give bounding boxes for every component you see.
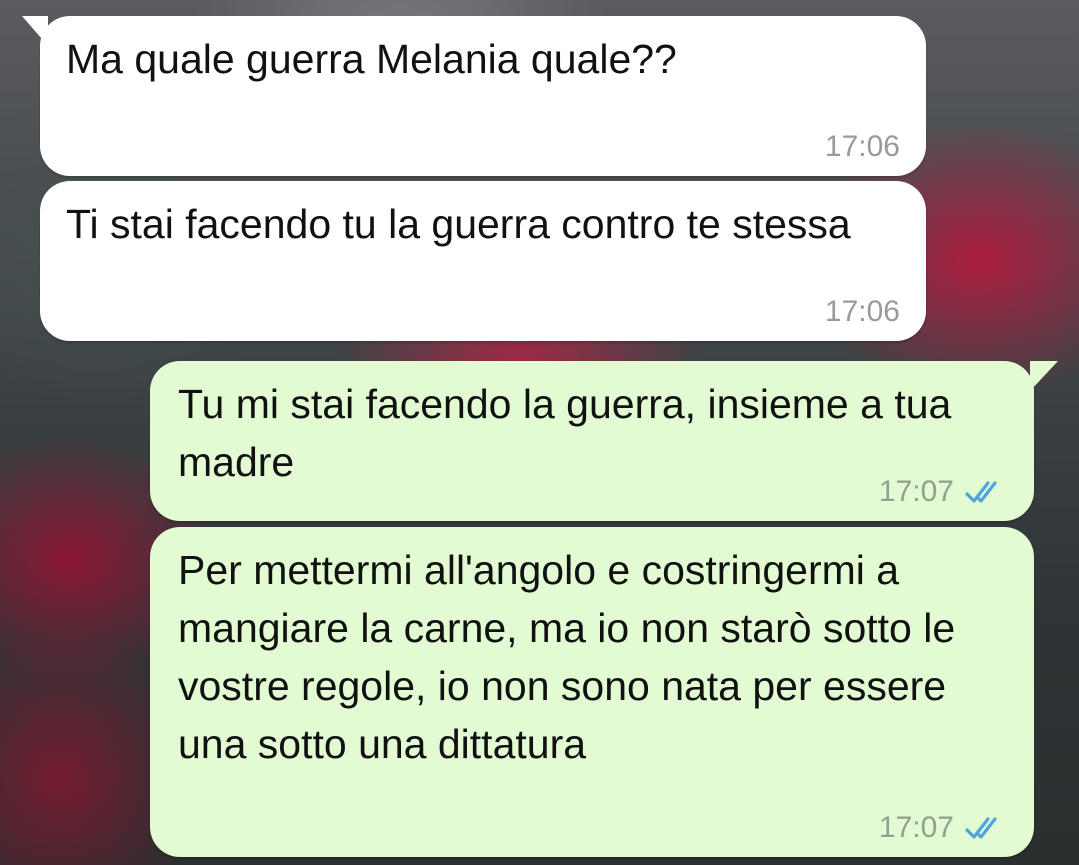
message-meta: 17:07: [879, 475, 1008, 509]
message-bubble-incoming[interactable]: Ti stai facendo tu la guerra contro te s…: [40, 181, 926, 341]
message-time: 17:06: [824, 130, 900, 163]
message-bubble-outgoing[interactable]: Tu mi stai facendo la guerra, insieme a …: [150, 361, 1034, 521]
message-text: Tu mi stai facendo la guerra, insieme a …: [178, 381, 952, 485]
message-time: 17:07: [878, 811, 954, 844]
message-text: Ma quale guerra Melania quale??: [66, 36, 677, 82]
message-text: Ti stai facendo tu la guerra contro te s…: [66, 201, 851, 247]
message-meta: 17:06: [825, 295, 900, 329]
double-check-read-icon: [965, 817, 997, 839]
outgoing-bubble-tail: [1030, 361, 1058, 391]
message-bubble-outgoing[interactable]: Per mettermi all'angolo e costringermi a…: [150, 527, 1034, 857]
message-text: Per mettermi all'angolo e costringermi a…: [178, 547, 956, 767]
double-check-read-icon: [965, 481, 997, 503]
message-time: 17:07: [878, 475, 954, 508]
message-meta: 17:07: [879, 811, 1008, 845]
message-meta: 17:06: [825, 130, 900, 164]
message-bubble-incoming[interactable]: Ma quale guerra Melania quale?? 17:06: [40, 16, 926, 176]
message-time: 17:06: [824, 295, 900, 328]
